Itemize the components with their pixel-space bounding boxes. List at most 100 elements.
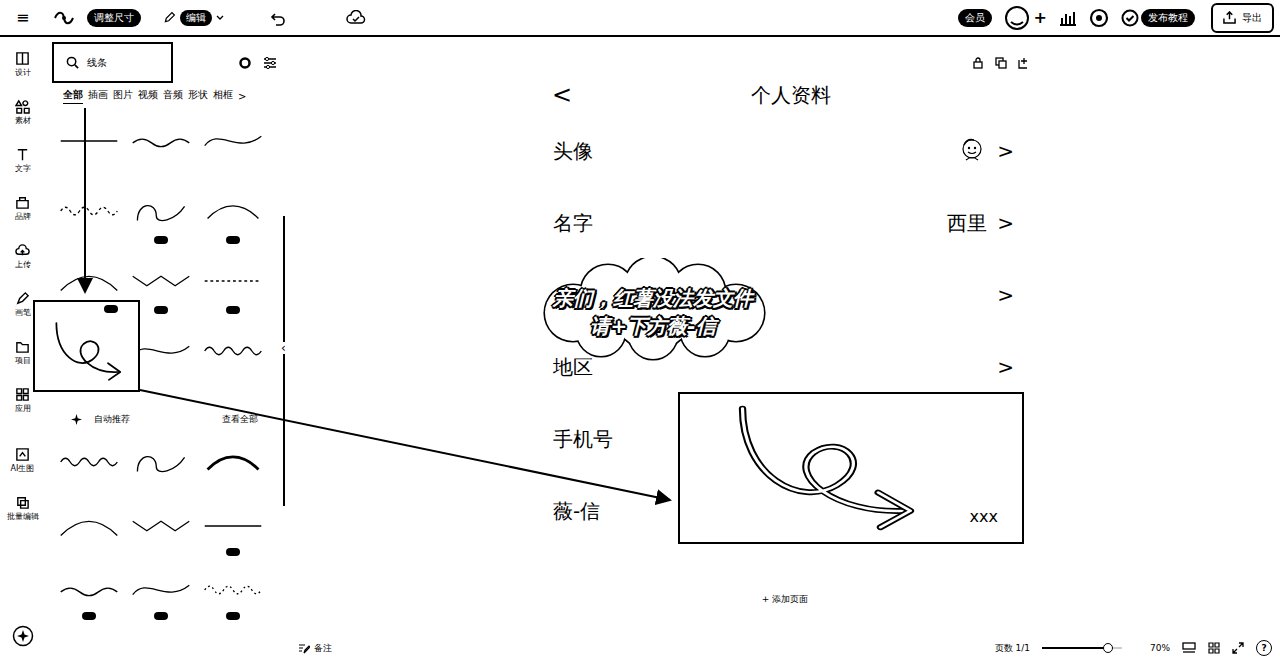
line-thumbnail[interactable] [197,246,269,316]
add-page-button[interactable]: + 添加页面 [762,593,808,606]
menu-button[interactable]: ≡ [16,10,29,26]
line-shape-icon [200,506,266,546]
chart-icon[interactable] [1059,9,1077,27]
bottom-bar: 备注页数 1/170%? [290,635,1280,661]
annotation-arrows [0,0,1280,661]
search-icon [66,56,79,69]
rail-item[interactable]: 设计 [1,51,45,99]
line-thumbnail[interactable] [125,106,197,176]
line-thumbnail[interactable] [53,494,125,558]
user-face-icon [1004,5,1030,31]
line-thumbnail[interactable] [125,494,197,558]
zoom-slider[interactable] [1042,647,1122,649]
rail-item[interactable]: 品牌 [1,195,45,243]
profile-row[interactable]: 名字西里> [540,187,1030,259]
line-thumbnail[interactable] [125,558,197,622]
editor-body: 设计素材文字品牌上传画笔项目应用AI生图批量编辑线条全部插画图片视频音频形状相框… [0,37,1280,661]
line-thumbnail[interactable] [197,494,269,558]
callout-box[interactable]: xxx [678,392,1024,544]
notes-button[interactable]: 备注 [298,642,332,655]
premium-badge-icon [226,306,240,314]
upload-icon [1223,11,1236,24]
category-tab[interactable]: 图片 [113,89,133,103]
rail-item[interactable]: 批量编辑 [1,495,45,543]
rail-item-label: 项目 [15,357,31,366]
cloud-save-icon[interactable] [346,10,366,26]
edit-button[interactable]: 编辑 [163,10,224,26]
line-thumbnail[interactable] [197,316,269,386]
page-tools [540,51,1030,75]
line-thumbnail[interactable] [125,176,197,246]
premium-badge-icon [226,236,240,244]
rail-item-label: 素材 [15,117,31,126]
logo-icon[interactable] [53,9,75,27]
line-shape-icon [56,506,122,546]
category-tab[interactable]: 插画 [88,89,108,103]
page-count: 页数 1/1 [995,642,1030,655]
line-thumbnail[interactable] [53,106,125,176]
row-label: 地区 [553,354,593,381]
profile-row[interactable]: 头像> [540,115,1030,187]
highlighted-thumbnail[interactable] [33,300,140,392]
rail-item[interactable]: 上传 [1,243,45,291]
rail-item-icon [15,291,30,306]
scroll-track[interactable] [283,216,285,506]
zoom-slider-knob[interactable] [1103,643,1113,653]
rail-item[interactable]: 素材 [1,99,45,147]
line-thumbnail[interactable] [53,176,125,246]
magic-button[interactable] [12,625,34,647]
category-tab[interactable]: 音频 [163,89,183,103]
user-avatar[interactable] [1004,5,1030,31]
line-thumbnail[interactable] [197,430,269,494]
collapse-panel-button[interactable]: ‹ [281,342,286,354]
cloud-line: 亲们，红薯没法发文件 [553,286,753,310]
resize-button[interactable]: 调整尺寸 [87,9,141,27]
category-tabs: 全部插画图片视频音频形状相框 > [45,83,290,106]
add-page-icon[interactable] [1018,57,1030,69]
filter-icon[interactable] [263,56,277,70]
back-button[interactable]: < [552,81,592,109]
grid-view-icon[interactable] [1208,642,1220,654]
duplicate-icon[interactable] [995,57,1007,69]
tabs-more-button[interactable]: > [238,91,246,102]
rail-item-icon [15,387,30,402]
category-tab[interactable]: 形状 [188,89,208,103]
edit-label: 编辑 [180,10,212,26]
category-tab[interactable]: 视频 [138,89,158,103]
record-icon[interactable] [239,57,251,69]
line-thumbnail[interactable] [197,106,269,176]
rail-item-label: 文字 [15,165,31,174]
line-thumbnail[interactable] [197,558,269,622]
rail-item-icon [15,51,30,66]
row-label: 头像 [553,138,593,165]
notes-label: 备注 [314,642,332,655]
export-button[interactable]: 导出 [1211,3,1274,33]
line-thumbnail[interactable] [197,176,269,246]
line-shape-icon [200,261,266,301]
page-view-icon[interactable] [1182,642,1196,654]
line-thumbnail[interactable] [53,430,125,494]
rail-item[interactable]: AI生图 [1,447,45,495]
undo-icon[interactable] [270,10,286,26]
category-tab[interactable]: 相框 [213,89,233,103]
search-field[interactable]: 线条 [52,42,173,83]
line-thumbnail[interactable] [53,558,125,622]
rail-item[interactable]: 文字 [1,147,45,195]
profile-page[interactable]: <个人资料头像>名字西里>>地区>手机号薇-信亲们，红薯没法发文件请+下方薇-信… [540,75,1030,571]
category-tab[interactable]: 全部 [63,89,83,104]
lock-icon[interactable] [972,57,984,69]
line-thumbnail[interactable] [125,430,197,494]
help-button[interactable]: ? [1256,640,1272,656]
workspace: <个人资料头像>名字西里>>地区>手机号薇-信亲们，红薯没法发文件请+下方薇-信… [290,37,1280,661]
comment-icon[interactable] [1089,8,1109,28]
invite-button[interactable]: + [1034,8,1047,27]
rail-item-icon [15,147,30,162]
rail-item-icon [15,195,30,210]
member-button[interactable]: 会员 [958,9,992,27]
scrollbar[interactable]: ‹ [278,106,290,661]
rail-item[interactable]: 应用 [1,387,45,435]
tutorial-button[interactable]: 发布教程 [1121,9,1195,27]
view-all-link[interactable]: 查看全部 [222,413,258,426]
fullscreen-icon[interactable] [1232,642,1244,654]
rail-item-label: 批量编辑 [7,513,39,522]
